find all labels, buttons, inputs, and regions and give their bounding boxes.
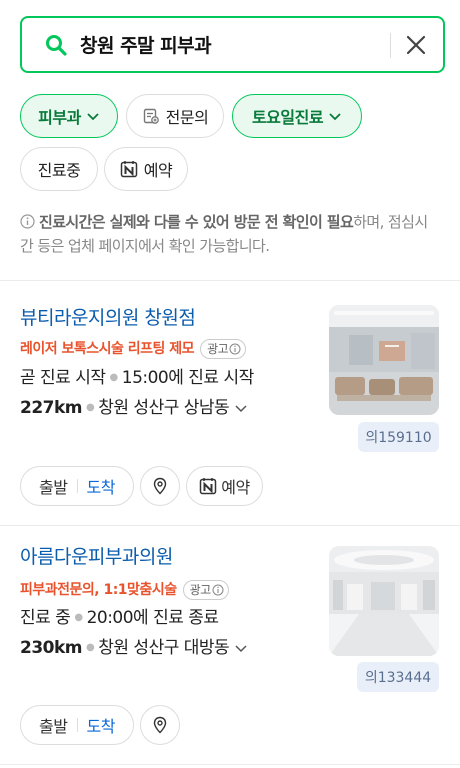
divider — [0, 280, 460, 281]
filter-label: 전문의 — [165, 108, 209, 127]
place-photo[interactable] — [329, 305, 439, 415]
status-label: 진료 중 — [20, 608, 71, 628]
filter-dermatology[interactable]: 피부과 — [20, 94, 118, 138]
filter-open-now[interactable]: 진료중 — [20, 147, 98, 191]
distance: 230km — [20, 638, 83, 658]
place-photo[interactable] — [329, 546, 439, 656]
filter-label: 예약 — [143, 161, 173, 180]
promo-label: 피부과전문의, 1:1맞춤시술 — [20, 582, 177, 598]
notice-bold: 진료시간은 실제와 다를 수 있어 방문 전 확인이 필요 — [39, 213, 354, 231]
filter-label: 토요일진료 — [251, 108, 324, 127]
opening-status: 곧 진료 시작 ● 15:00에 진료 시작 — [20, 368, 255, 388]
close-icon[interactable] — [405, 34, 427, 56]
filter-saturday[interactable]: 토요일진료 — [232, 94, 362, 138]
hours-label: 15:00에 진료 시작 — [121, 368, 255, 388]
directions-button[interactable]: 출발 도착 — [20, 705, 134, 745]
search-bar[interactable]: 창원 주말 피부과 — [20, 16, 445, 73]
filter-specialist[interactable]: 전문의 — [126, 94, 224, 138]
promo-label: 레이저 보톡스시술 리프팅 제모 — [20, 341, 195, 357]
map-pin-button[interactable] — [140, 466, 180, 506]
status-label: 곧 진료 시작 — [20, 368, 106, 388]
review-badge: 의133444 — [357, 662, 439, 692]
map-pin-icon — [153, 716, 167, 734]
depart-label[interactable]: 출발 — [39, 474, 68, 498]
address: 창원 성산구 상남동 — [98, 398, 230, 418]
filter-booking[interactable]: 예약 — [104, 147, 188, 191]
arrive-label[interactable]: 도착 — [87, 713, 116, 737]
distance: 227km — [20, 398, 83, 418]
promo-text: 레이저 보톡스시술 리프팅 제모 광고 — [20, 339, 247, 359]
specialist-icon — [143, 108, 159, 124]
search-divider — [390, 33, 391, 58]
hours-notice: 진료시간은 실제와 다를 수 있어 방문 전 확인이 필요하며, 점심시간 등은… — [20, 210, 440, 258]
hours-label: 20:00에 진료 종료 — [86, 608, 220, 628]
filter-label: 진료중 — [37, 161, 81, 180]
chevron-down-icon — [235, 405, 247, 413]
map-pin-button[interactable] — [140, 705, 180, 745]
opening-status: 진료 중 ● 20:00에 진료 종료 — [20, 608, 220, 628]
ad-label: 광고 — [207, 342, 229, 356]
depart-label[interactable]: 출발 — [39, 713, 68, 737]
info-icon — [20, 214, 35, 229]
distance-address[interactable]: 230km ● 창원 성산구 대방동 — [20, 636, 249, 660]
reserve-button[interactable]: 예약 — [186, 466, 263, 506]
chevron-down-icon — [235, 645, 247, 653]
chevron-down-icon — [329, 113, 341, 121]
address: 창원 성산구 대방동 — [98, 638, 230, 658]
place-name-link[interactable]: 아름다운피부과의원 — [20, 544, 173, 570]
arrive-label[interactable]: 도착 — [87, 474, 116, 498]
chevron-down-icon — [87, 113, 99, 121]
info-icon — [229, 343, 241, 355]
review-badge: 의159110 — [358, 422, 439, 452]
naver-booking-icon — [200, 478, 217, 495]
search-icon — [46, 35, 67, 56]
ad-badge[interactable]: 광고 — [182, 580, 229, 600]
map-pin-icon — [153, 477, 167, 495]
filter-label: 피부과 — [38, 108, 81, 127]
info-icon — [212, 584, 224, 596]
directions-button[interactable]: 출발 도착 — [20, 466, 134, 506]
ad-label: 광고 — [189, 583, 212, 597]
promo-text: 피부과전문의, 1:1맞춤시술 광고 — [20, 580, 229, 600]
ad-badge[interactable]: 광고 — [200, 339, 247, 359]
naver-booking-icon — [120, 161, 138, 178]
divider — [0, 764, 460, 765]
search-input[interactable]: 창원 주말 피부과 — [80, 34, 212, 58]
distance-address[interactable]: 227km ● 창원 성산구 상남동 — [20, 396, 249, 420]
place-name-link[interactable]: 뷰티라운지의원 창원점 — [20, 305, 196, 331]
reserve-label: 예약 — [221, 478, 250, 497]
divider — [0, 525, 460, 526]
